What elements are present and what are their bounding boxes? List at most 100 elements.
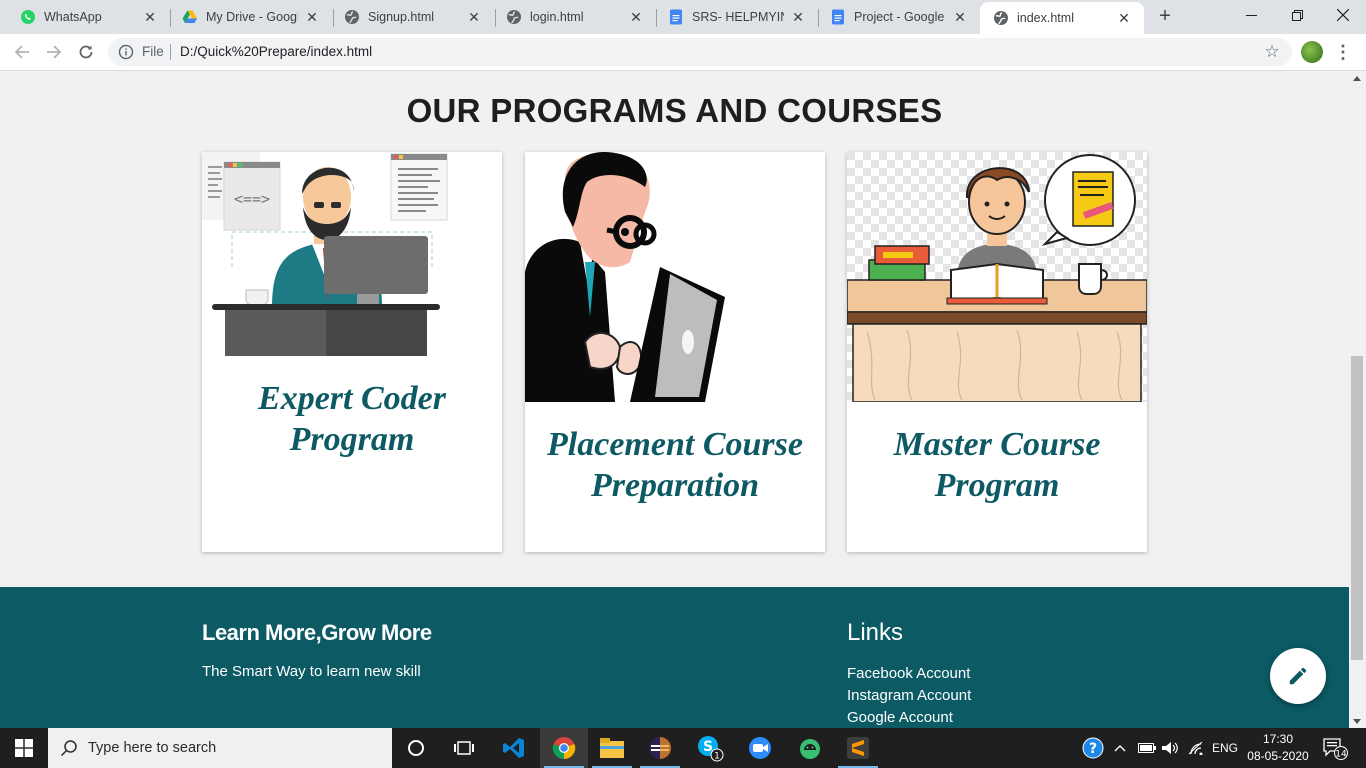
zoom-icon[interactable] — [736, 728, 784, 768]
tab-project-doc[interactable]: Project - Google D ✕ — [810, 2, 980, 32]
language-indicator[interactable]: ENG — [1212, 728, 1238, 768]
tab-close-icon[interactable]: ✕ — [142, 9, 158, 25]
tab-close-icon[interactable]: ✕ — [790, 9, 806, 25]
tab-signup[interactable]: Signup.html ✕ — [324, 2, 494, 32]
address-bar[interactable]: File D:/Quick%20Prepare/index.html — [108, 38, 1292, 66]
profile-avatar[interactable] — [1301, 41, 1323, 63]
eclipse-icon[interactable] — [636, 728, 684, 768]
windows-logo-icon — [15, 739, 33, 757]
cortana-icon[interactable] — [392, 728, 440, 768]
wifi-icon[interactable] — [1188, 728, 1204, 768]
search-placeholder: Type here to search — [88, 740, 217, 756]
tab-close-icon[interactable]: ✕ — [952, 9, 968, 25]
tab-title: login.html — [530, 10, 584, 24]
pencil-icon — [1289, 667, 1307, 685]
tab-my-drive[interactable]: My Drive - Google ✕ — [162, 2, 332, 32]
address-separator — [170, 44, 171, 60]
scroll-down-arrow-icon[interactable] — [1353, 719, 1361, 724]
course-card-placement[interactable]: Placement Course Preparation — [525, 152, 825, 552]
address-url[interactable]: D:/Quick%20Prepare/index.html — [180, 44, 372, 59]
tab-title: My Drive - Google — [206, 10, 298, 24]
course-card-title: Master Course Program — [857, 424, 1137, 506]
tab-srs-doc[interactable]: SRS- HELPMYINTE ✕ — [648, 2, 818, 32]
globe-icon — [507, 10, 521, 24]
task-view-icon[interactable] — [440, 728, 488, 768]
tab-title: Signup.html — [368, 10, 435, 24]
footer-link-instagram[interactable]: Instagram Account — [847, 685, 971, 707]
tab-title: index.html — [1017, 11, 1074, 25]
svg-text:?: ? — [1089, 741, 1097, 757]
volume-icon[interactable] — [1162, 728, 1180, 768]
footer-link-facebook[interactable]: Facebook Account — [847, 663, 971, 685]
footer-heading: Learn More,Grow More — [202, 620, 432, 645]
tab-title: SRS- HELPMYINTE — [692, 10, 784, 24]
address-scheme-label: File — [142, 44, 164, 59]
start-button[interactable] — [0, 728, 48, 768]
whatsapp-icon — [21, 10, 35, 24]
tab-title: Project - Google D — [854, 10, 946, 24]
course-card-master[interactable]: Master Course Program — [847, 152, 1147, 552]
forward-arrow-icon[interactable] — [42, 40, 66, 64]
course-title-line: Placement Course — [547, 426, 803, 463]
reload-icon[interactable] — [74, 40, 98, 64]
chrome-taskbar-icon[interactable] — [540, 728, 588, 768]
tab-close-icon[interactable]: ✕ — [1116, 10, 1132, 26]
android-studio-icon[interactable] — [786, 728, 834, 768]
browser-tab-bar: WhatsApp ✕ My Drive - Google ✕ Signup.ht… — [0, 0, 1366, 34]
edit-fab-button[interactable] — [1270, 648, 1326, 704]
tab-close-icon[interactable]: ✕ — [466, 9, 482, 25]
course-card-expert-coder[interactable]: <==> Expert Coder Program — [202, 152, 502, 552]
scrollbar-thumb[interactable] — [1351, 356, 1363, 660]
taskbar-clock[interactable]: 17:30 08-05-2020 — [1244, 731, 1312, 765]
page-scrollbar[interactable] — [1349, 72, 1366, 728]
tab-title: WhatsApp — [44, 10, 102, 24]
globe-icon — [994, 11, 1008, 25]
notification-count: 14 — [1335, 750, 1347, 760]
skype-icon[interactable]: S1 — [686, 728, 734, 768]
tab-login[interactable]: login.html ✕ — [486, 2, 656, 32]
page-viewport: OUR PROGRAMS AND COURSES <==> Expert Cod… — [0, 72, 1349, 728]
coder-illustration: <==> — [202, 152, 448, 356]
battery-icon[interactable] — [1138, 728, 1156, 768]
tray-expand-chevron-icon[interactable] — [1114, 728, 1126, 768]
globe-icon — [345, 10, 359, 24]
google-docs-icon — [832, 9, 844, 25]
close-window-icon[interactable] — [1320, 0, 1366, 30]
course-title-line: Program — [934, 467, 1060, 504]
footer-links-list: Facebook Account Instagram Account Googl… — [847, 663, 971, 728]
tab-close-icon[interactable]: ✕ — [628, 9, 644, 25]
footer-tagline: The Smart Way to learn new skill — [202, 663, 421, 680]
bookmark-star-icon[interactable]: ☆ — [1262, 42, 1282, 62]
tab-whatsapp[interactable]: WhatsApp ✕ — [0, 2, 170, 32]
page-footer: Learn More,Grow More The Smart Way to le… — [0, 587, 1349, 728]
tab-close-icon[interactable]: ✕ — [304, 9, 320, 25]
new-tab-plus-icon[interactable]: + — [1155, 6, 1175, 26]
vscode-icon[interactable] — [490, 728, 538, 768]
clock-date: 08-05-2020 — [1247, 749, 1309, 763]
laptop-student-illustration — [525, 152, 725, 402]
help-icon[interactable]: ? — [1082, 728, 1104, 768]
search-icon — [60, 740, 77, 757]
google-drive-icon — [182, 10, 197, 23]
back-arrow-icon[interactable] — [10, 40, 34, 64]
minimize-icon[interactable] — [1228, 0, 1274, 30]
clock-time: 17:30 — [1262, 732, 1294, 746]
browser-toolbar: File D:/Quick%20Prepare/index.html ☆ ⋮ — [0, 34, 1366, 71]
skype-badge: 1 — [714, 752, 720, 762]
taskbar-search-box[interactable]: Type here to search — [48, 728, 392, 768]
footer-link-google[interactable]: Google Account — [847, 707, 971, 728]
info-icon[interactable] — [118, 44, 134, 60]
restore-icon[interactable] — [1274, 0, 1320, 30]
course-title-line: Master Course — [893, 426, 1101, 463]
notification-center-icon[interactable]: 14 — [1322, 728, 1348, 768]
course-card-title: Expert Coder Program — [212, 378, 492, 460]
tab-index-active[interactable]: index.html ✕ — [980, 2, 1144, 34]
section-title: OUR PROGRAMS AND COURSES — [406, 92, 943, 129]
footer-links-heading: Links — [847, 619, 904, 646]
more-menu-icon[interactable]: ⋮ — [1334, 42, 1352, 62]
sublime-text-icon[interactable] — [834, 728, 882, 768]
windows-taskbar: Type here to search S1 ? ENG 17:30 08-05… — [0, 728, 1366, 768]
scroll-up-arrow-icon[interactable] — [1353, 76, 1361, 81]
file-explorer-icon[interactable] — [588, 728, 636, 768]
svg-text:<==>: <==> — [234, 190, 270, 208]
